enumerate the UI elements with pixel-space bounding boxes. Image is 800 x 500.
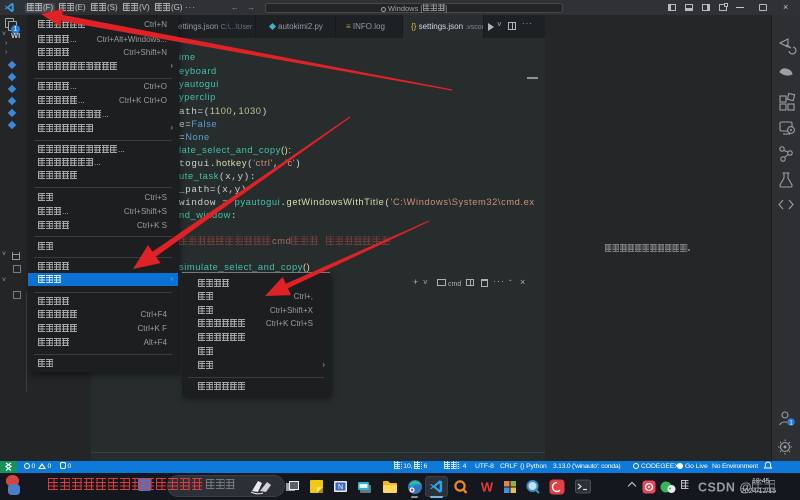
svg-text:N: N <box>337 484 342 491</box>
svg-text:W: W <box>480 480 493 495</box>
